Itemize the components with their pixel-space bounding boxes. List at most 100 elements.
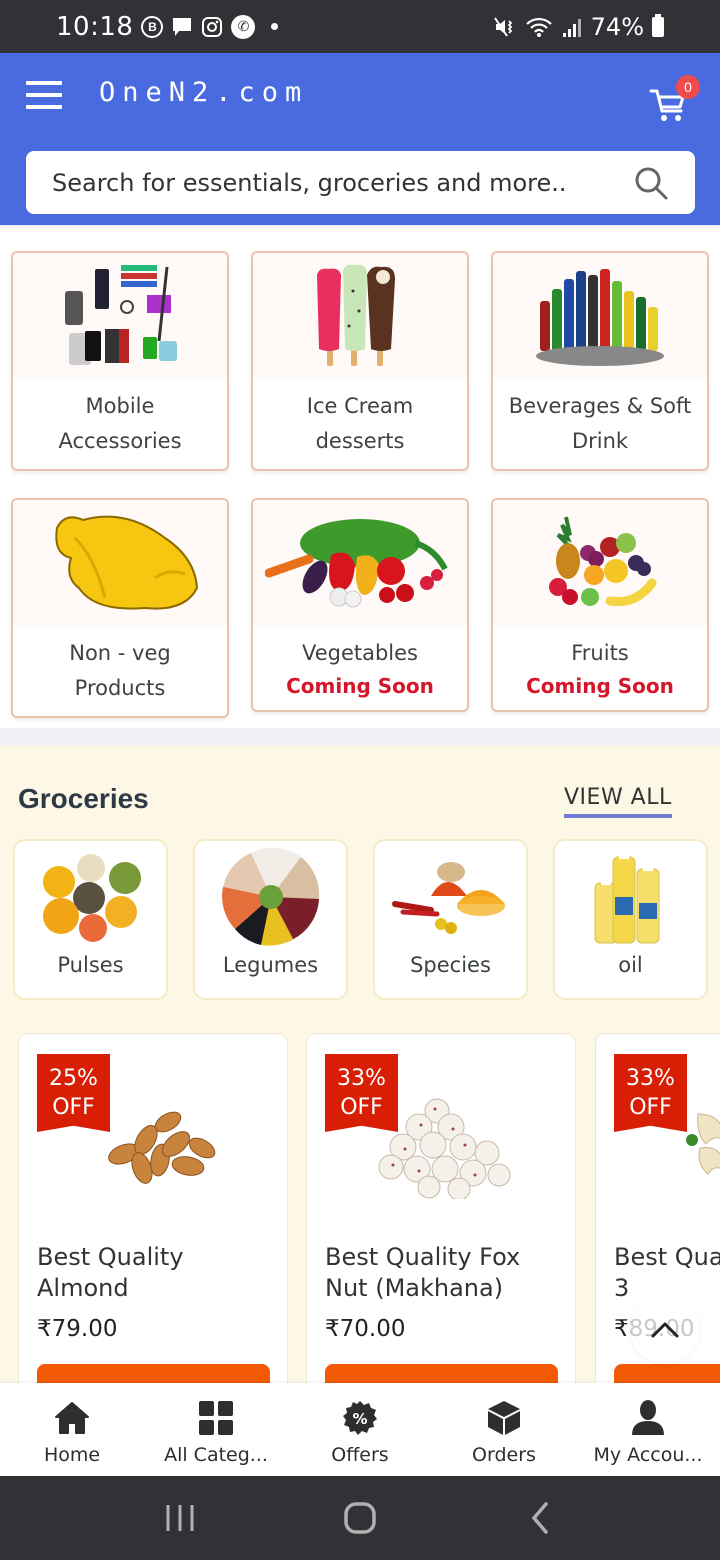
nav-item-orders[interactable]: Orders — [432, 1383, 576, 1476]
category-label: Non - veg Products — [13, 626, 227, 706]
category-label: Ice Cream desserts — [253, 379, 467, 459]
category-label-line2: Accessories — [58, 429, 182, 453]
menu-line — [26, 93, 62, 97]
category-label-line1: Fruits — [571, 641, 629, 665]
bottom-navigation: Home All Categ... % Offers Orders My Acc… — [0, 1383, 720, 1476]
section-title: Groceries — [18, 783, 149, 814]
subcategory-card-oil[interactable]: oil — [553, 839, 708, 1000]
category-card-ice-cream[interactable]: Ice Cream desserts — [251, 251, 469, 471]
home-icon — [55, 1402, 89, 1434]
phone-icon: ✆ — [231, 14, 256, 39]
ice-cream-image — [253, 253, 467, 379]
discount-percent: 33% — [337, 1066, 386, 1091]
subcategory-label: Species — [410, 953, 491, 977]
pulses-image — [15, 841, 166, 953]
vegetables-image — [253, 500, 467, 626]
fruits-image — [493, 500, 707, 626]
search-bar[interactable] — [26, 151, 695, 214]
discount-off-label: OFF — [629, 1095, 672, 1120]
cart-button[interactable]: 0 — [648, 75, 700, 121]
section-divider — [0, 728, 720, 745]
brand-logo[interactable]: OneN2.com — [99, 77, 308, 108]
product-card[interactable]: 25% OFF Best Quality Almond ₹79.00 — [18, 1033, 288, 1393]
battery-icon — [652, 13, 664, 37]
recent-apps-icon — [166, 1505, 194, 1531]
subcategory-card-species[interactable]: Species — [373, 839, 528, 1000]
discount-off-label: OFF — [52, 1095, 95, 1120]
nav-item-offers[interactable]: % Offers — [288, 1383, 432, 1476]
coming-soon-label: Coming Soon — [286, 674, 434, 698]
discount-off-label: OFF — [340, 1095, 383, 1120]
subcategory-card-pulses[interactable]: Pulses — [13, 839, 168, 1000]
non-veg-chicken-image — [13, 500, 227, 626]
recent-apps-button[interactable] — [150, 1488, 210, 1548]
screen: 10:18 B ✆ 74% OneN2.com 0 Search for ess… — [0, 0, 720, 1560]
offer-percent-icon: % — [343, 1401, 377, 1435]
view-all-link[interactable]: VIEW ALL — [564, 785, 672, 818]
mobile-accessories-image — [13, 253, 227, 379]
category-card-fruits[interactable]: Fruits Coming Soon — [491, 498, 709, 712]
wifi-icon — [525, 15, 553, 39]
search-icon[interactable] — [633, 165, 669, 201]
subcategory-card-legumes[interactable]: Legumes — [193, 839, 348, 1000]
box-icon — [488, 1401, 520, 1435]
nav-label: Orders — [472, 1444, 536, 1466]
category-label: Mobile Accessories — [13, 379, 227, 459]
category-label-line1: Beverages & Soft — [508, 394, 692, 418]
svg-text:%: % — [352, 1410, 367, 1428]
nav-label: My Accou... — [593, 1444, 703, 1466]
hamburger-menu-icon[interactable] — [26, 81, 62, 109]
message-icon — [171, 16, 193, 38]
discount-percent: 25% — [49, 1066, 98, 1091]
nav-item-all-categories[interactable]: All Categ... — [144, 1383, 288, 1476]
beverages-image — [493, 253, 707, 379]
scroll-to-top-button[interactable] — [630, 1294, 700, 1364]
instagram-icon — [201, 16, 223, 38]
category-label-line2: Drink — [571, 429, 629, 453]
back-button[interactable] — [510, 1488, 570, 1548]
home-system-button[interactable] — [330, 1488, 390, 1548]
nav-label: All Categ... — [164, 1444, 268, 1466]
status-bar: 10:18 B ✆ 74% — [0, 0, 720, 53]
category-label-line1: Non - veg — [69, 641, 171, 665]
dot-icon — [271, 23, 279, 30]
cart-count-badge: 0 — [676, 75, 700, 99]
nav-item-my-account[interactable]: My Accou... — [576, 1383, 720, 1476]
oil-bottles-image — [555, 841, 706, 953]
signal-icon — [561, 16, 583, 38]
discount-percent: 33% — [626, 1066, 675, 1091]
category-label-line1: Vegetables — [301, 641, 419, 665]
category-label: Beverages & Soft Drink — [493, 379, 707, 459]
groceries-section: Groceries VIEW ALL Pulses Legumes Specie… — [0, 745, 720, 1393]
category-label-line1: Mobile — [85, 394, 155, 418]
category-card-vegetables[interactable]: Vegetables Coming Soon — [251, 498, 469, 712]
coming-soon-label: Coming Soon — [526, 674, 674, 698]
nav-label: Offers — [331, 1444, 389, 1466]
nav-label: Home — [43, 1444, 101, 1466]
grid-icon — [199, 1401, 233, 1435]
subcategory-label: oil — [618, 953, 643, 977]
category-card-mobile-accessories[interactable]: Mobile Accessories — [11, 251, 229, 471]
app-header: OneN2.com 0 — [0, 53, 720, 225]
category-label-line2: desserts — [315, 429, 405, 453]
product-card[interactable]: 33% OFF Best Quality Fox Nut (Makhana) ₹… — [306, 1033, 576, 1393]
chevron-up-icon — [651, 1322, 679, 1338]
product-name[interactable]: Best Quality Almond — [37, 1242, 277, 1304]
menu-line — [26, 105, 62, 109]
subcategory-label: Legumes — [222, 953, 319, 977]
category-grid: Mobile Accessories Ice Cream desserts Be… — [0, 225, 720, 745]
spices-image — [375, 841, 526, 953]
discount-badge: 25% OFF — [37, 1054, 110, 1132]
product-price: ₹70.00 — [325, 1316, 406, 1342]
system-navigation-bar — [0, 1476, 720, 1560]
status-right: 74% — [493, 13, 664, 41]
category-card-non-veg[interactable]: Non - veg Products — [11, 498, 229, 718]
product-price: ₹79.00 — [37, 1316, 118, 1342]
search-input[interactable] — [52, 168, 633, 197]
nav-item-home[interactable]: Home — [0, 1383, 144, 1476]
category-label-line1: Ice Cream — [306, 394, 414, 418]
discount-badge: 33% OFF — [614, 1054, 687, 1132]
category-card-beverages[interactable]: Beverages & Soft Drink — [491, 251, 709, 471]
product-name[interactable]: Best Quality Fox Nut (Makhana) — [325, 1242, 565, 1304]
status-time: 10:18 — [56, 11, 134, 42]
